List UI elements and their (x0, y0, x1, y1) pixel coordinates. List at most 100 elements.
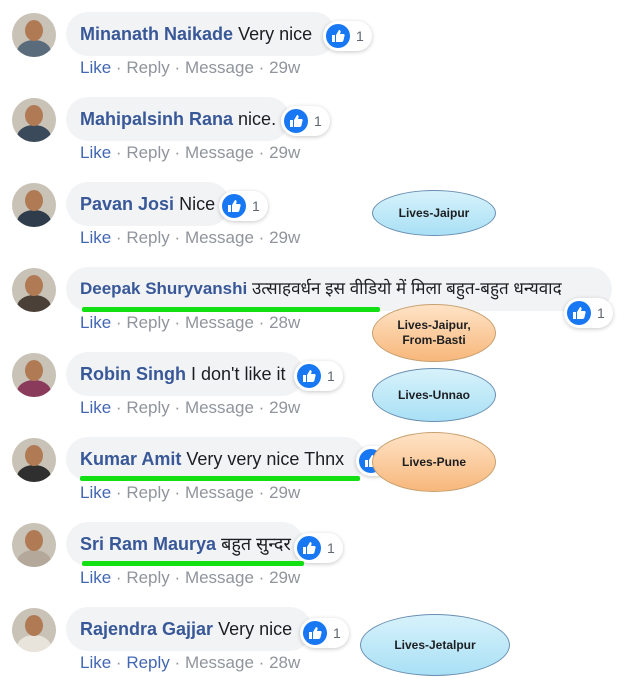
message-link[interactable]: Message (185, 398, 254, 417)
thumbs-up-icon (297, 536, 321, 560)
message-link[interactable]: Message (185, 483, 254, 502)
message-link[interactable]: Message (185, 313, 254, 332)
like-link[interactable]: Like (80, 568, 111, 587)
avatar[interactable] (12, 13, 56, 57)
comment-text: I don't like it (191, 364, 286, 384)
comment-actions: Like · Reply · Message · 28w (80, 653, 301, 672)
reaction-count[interactable]: 1 (294, 361, 343, 391)
comment-actions: Like · Reply · Message · 28w (80, 313, 301, 332)
reply-link[interactable]: Reply (126, 653, 169, 672)
comment-text: Nice (179, 194, 216, 214)
avatar[interactable] (12, 438, 56, 482)
message-link[interactable]: Message (185, 228, 254, 247)
comment: Robin Singh I don't like it 1 Like · Rep… (0, 340, 640, 425)
highlight-underline (82, 561, 304, 566)
like-link[interactable]: Like (80, 228, 111, 247)
timestamp[interactable]: 28w (269, 653, 300, 672)
timestamp[interactable]: 29w (269, 568, 300, 587)
thumbs-up-icon (284, 109, 308, 133)
avatar[interactable] (12, 98, 56, 142)
timestamp[interactable]: 29w (269, 143, 300, 162)
comment-bubble: Rajendra Gajjar Very nice (66, 607, 312, 651)
like-link[interactable]: Like (80, 143, 111, 162)
reaction-count[interactable]: 1 (300, 618, 349, 648)
timestamp[interactable]: 28w (269, 313, 300, 332)
reaction-count[interactable]: 1 (294, 533, 343, 563)
comment-actions: Like · Reply · Message · 29w (80, 568, 301, 587)
timestamp[interactable]: 29w (269, 483, 300, 502)
location-annotation: Lives-Pune (372, 432, 496, 492)
comment-actions: Like · Reply · Message · 29w (80, 398, 301, 417)
message-link[interactable]: Message (185, 58, 254, 77)
like-link[interactable]: Like (80, 58, 111, 77)
comment-text: बहुत सुन्दर (221, 534, 291, 554)
comment-bubble: Pavan Josi Nice (66, 182, 230, 226)
reply-link[interactable]: Reply (126, 228, 169, 247)
reply-link[interactable]: Reply (126, 313, 169, 332)
comment-text: nice. (238, 109, 277, 129)
comment: Rajendra Gajjar Very nice 1 Like · Reply… (0, 595, 640, 680)
comment: Minanath Naikade Very nice 1 Like · Repl… (0, 0, 640, 85)
reply-link[interactable]: Reply (126, 143, 169, 162)
location-annotation: Lives-Jaipur (372, 190, 496, 236)
comment: Mahipalsinh Rana nice. 1 Like · Reply · … (0, 85, 640, 170)
comment-bubble: Mahipalsinh Rana nice. (66, 97, 290, 141)
timestamp[interactable]: 29w (269, 228, 300, 247)
commenter-name[interactable]: Pavan Josi (80, 194, 174, 214)
comment-text: उत्साहवर्धन इस वीडियो में मिला बहुत-बहुत… (251, 279, 562, 298)
commenter-name[interactable]: Rajendra Gajjar (80, 619, 213, 639)
avatar[interactable] (12, 608, 56, 652)
commenter-name[interactable]: Mahipalsinh Rana (80, 109, 233, 129)
commenter-name[interactable]: Kumar Amit (80, 449, 181, 469)
location-annotation: Lives-Unnao (372, 368, 496, 422)
comment-bubble: Robin Singh I don't like it (66, 352, 304, 396)
like-link[interactable]: Like (80, 398, 111, 417)
reply-link[interactable]: Reply (126, 58, 169, 77)
commenter-name[interactable]: Robin Singh (80, 364, 186, 384)
comment-bubble: Deepak Shuryvanshi उत्साहवर्धन इस वीडियो… (66, 267, 612, 311)
reply-link[interactable]: Reply (126, 483, 169, 502)
like-link[interactable]: Like (80, 313, 111, 332)
location-annotation: Lives-Jetalpur (360, 614, 510, 676)
reaction-count[interactable]: 1 (323, 21, 372, 51)
avatar[interactable] (12, 183, 56, 227)
thumbs-up-icon (326, 24, 350, 48)
thumbs-up-icon (303, 621, 327, 645)
thumbs-up-icon (222, 194, 246, 218)
highlight-underline (80, 476, 360, 481)
reaction-count[interactable]: 1 (564, 298, 613, 328)
commenter-name[interactable]: Minanath Naikade (80, 24, 233, 44)
message-link[interactable]: Message (185, 143, 254, 162)
reply-link[interactable]: Reply (126, 398, 169, 417)
highlight-underline (82, 307, 380, 312)
commenter-name[interactable]: Deepak Shuryvanshi (80, 279, 247, 298)
comment-bubble: Sri Ram Maurya बहुत सुन्दर (66, 522, 304, 566)
avatar[interactable] (12, 353, 56, 397)
message-link[interactable]: Message (185, 568, 254, 587)
comment-text: Very nice (238, 24, 313, 44)
avatar[interactable] (12, 268, 56, 312)
comment-text: Very nice (218, 619, 293, 639)
reaction-count[interactable]: 1 (219, 191, 268, 221)
comment-actions: Like · Reply · Message · 29w (80, 58, 301, 77)
thumbs-up-icon (297, 364, 321, 388)
avatar[interactable] (12, 523, 56, 567)
thumbs-up-icon (567, 301, 591, 325)
comment: Sri Ram Maurya बहुत सुन्दर 1 Like · Repl… (0, 510, 640, 595)
commenter-name[interactable]: Sri Ram Maurya (80, 534, 216, 554)
location-annotation: Lives-Jaipur, From-Basti (372, 304, 496, 362)
timestamp[interactable]: 29w (269, 398, 300, 417)
comment-actions: Like · Reply · Message · 29w (80, 228, 301, 247)
like-link[interactable]: Like (80, 483, 111, 502)
reply-link[interactable]: Reply (126, 568, 169, 587)
comment-bubble: Minanath Naikade Very nice (66, 12, 336, 56)
comment-text: Very very nice Thnx (186, 449, 345, 469)
comment-actions: Like · Reply · Message · 29w (80, 143, 301, 162)
comment: Kumar Amit Very very nice Thnx Like · Re… (0, 425, 640, 510)
message-link[interactable]: Message (185, 653, 254, 672)
comment-actions: Like · Reply · Message · 29w (80, 483, 301, 502)
like-link[interactable]: Like (80, 653, 111, 672)
reaction-count[interactable]: 1 (281, 106, 330, 136)
comment-bubble: Kumar Amit Very very nice Thnx (66, 437, 366, 481)
timestamp[interactable]: 29w (269, 58, 300, 77)
